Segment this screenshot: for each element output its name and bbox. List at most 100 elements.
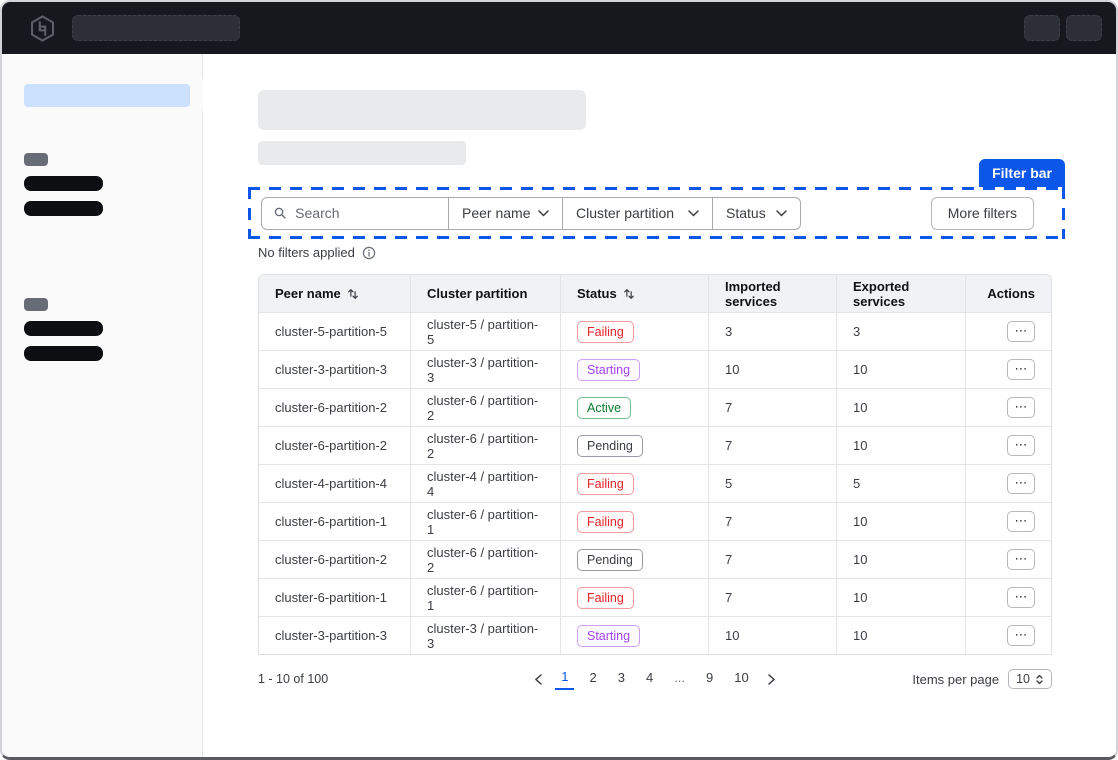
row-actions-button[interactable]: ⋯: [1007, 625, 1035, 646]
cell-cluster-partition: cluster-4 / partition-4: [410, 464, 560, 502]
filter-dropdown-peer-name[interactable]: Peer name: [448, 198, 562, 229]
page-title-skeleton: [258, 90, 586, 130]
search-filter-group: Peer name Cluster partition Status: [261, 197, 801, 230]
cell-peer-name: cluster-4-partition-4: [259, 464, 410, 502]
cell-actions: ⋯: [965, 388, 1051, 426]
cell-status: Failing: [560, 578, 708, 616]
cell-imported: 10: [708, 616, 836, 654]
row-actions-button[interactable]: ⋯: [1007, 587, 1035, 608]
table-row: cluster-6-partition-2 cluster-6 / partit…: [259, 426, 1051, 464]
table-row: cluster-6-partition-1 cluster-6 / partit…: [259, 578, 1051, 616]
table-row: cluster-6-partition-2 cluster-6 / partit…: [259, 540, 1051, 578]
column-header-peer-name[interactable]: Peer name: [259, 275, 410, 312]
app-window: Filter bar Peer name: [0, 0, 1118, 760]
filter-bar-annotation-border: [248, 187, 251, 239]
cell-actions: ⋯: [965, 578, 1051, 616]
filter-bar-annotation-border: [248, 236, 1065, 239]
status-badge: Pending: [577, 549, 643, 571]
items-per-page-select[interactable]: 10: [1008, 669, 1052, 689]
filter-dropdown-cluster-partition[interactable]: Cluster partition: [562, 198, 712, 229]
cell-peer-name: cluster-6-partition-1: [259, 578, 410, 616]
top-nav: [2, 2, 1116, 54]
filter-bar: Filter bar Peer name: [248, 187, 1065, 239]
cell-imported: 7: [708, 578, 836, 616]
filter-bar-annotation-label: Filter bar: [979, 159, 1065, 187]
table-footer: 1 - 10 of 100 1 2 3 4 ... 9 10: [258, 668, 1052, 690]
cell-peer-name: cluster-6-partition-1: [259, 502, 410, 540]
nav-skeleton-search: [72, 15, 240, 41]
cell-exported: 10: [836, 388, 965, 426]
search-input[interactable]: [295, 205, 436, 221]
items-per-page: Items per page 10: [852, 669, 1052, 689]
cell-cluster-partition: cluster-6 / partition-2: [410, 540, 560, 578]
ellipsis-icon: ⋯: [1015, 552, 1028, 567]
column-header-status[interactable]: Status: [560, 275, 708, 312]
more-filters-button[interactable]: More filters: [931, 197, 1034, 230]
ellipsis-icon: ⋯: [1015, 590, 1028, 605]
items-per-page-value: 10: [1016, 672, 1030, 686]
page-button-10[interactable]: 10: [728, 669, 754, 689]
cell-peer-name: cluster-6-partition-2: [259, 426, 410, 464]
cell-actions: ⋯: [965, 350, 1051, 388]
row-actions-button[interactable]: ⋯: [1007, 511, 1035, 532]
nav-skeleton-button-1: [1024, 15, 1060, 41]
cell-cluster-partition: cluster-6 / partition-2: [410, 426, 560, 464]
cell-peer-name: cluster-6-partition-2: [259, 540, 410, 578]
row-actions-button[interactable]: ⋯: [1007, 321, 1035, 342]
cell-status: Pending: [560, 426, 708, 464]
sort-icon[interactable]: [623, 288, 635, 300]
cell-exported: 10: [836, 426, 965, 464]
cell-cluster-partition: cluster-5 / partition-5: [410, 312, 560, 350]
prev-page-button[interactable]: [531, 672, 546, 687]
sidebar-skeleton-link: [24, 176, 103, 191]
cell-peer-name: cluster-5-partition-5: [259, 312, 410, 350]
table-row: cluster-6-partition-2 cluster-6 / partit…: [259, 388, 1051, 426]
status-badge: Starting: [577, 625, 640, 647]
cell-status: Pending: [560, 540, 708, 578]
page-button-2[interactable]: 2: [583, 669, 602, 689]
cell-exported: 10: [836, 578, 965, 616]
info-icon[interactable]: [362, 246, 376, 260]
cell-imported: 5: [708, 464, 836, 502]
table-header-row: Peer name Cluster partition Status Impor…: [259, 275, 1051, 312]
page-button-1[interactable]: 1: [555, 668, 574, 690]
row-actions-button[interactable]: ⋯: [1007, 549, 1035, 570]
cell-exported: 10: [836, 540, 965, 578]
cell-actions: ⋯: [965, 464, 1051, 502]
column-label: Status: [577, 286, 617, 301]
chevron-down-icon: [776, 210, 787, 217]
status-badge: Failing: [577, 511, 634, 533]
cell-imported: 3: [708, 312, 836, 350]
cell-exported: 5: [836, 464, 965, 502]
status-badge: Active: [577, 397, 631, 419]
status-badge: Failing: [577, 473, 634, 495]
sidebar: [2, 54, 203, 757]
status-badge: Failing: [577, 587, 634, 609]
cell-actions: ⋯: [965, 502, 1051, 540]
cell-cluster-partition: cluster-6 / partition-1: [410, 502, 560, 540]
column-header-cluster-partition[interactable]: Cluster partition: [410, 275, 560, 312]
search-field[interactable]: [262, 198, 448, 229]
cell-imported: 7: [708, 388, 836, 426]
row-actions-button[interactable]: ⋯: [1007, 359, 1035, 380]
row-actions-button[interactable]: ⋯: [1007, 397, 1035, 418]
page-button-3[interactable]: 3: [612, 669, 631, 689]
next-page-button[interactable]: [764, 672, 779, 687]
page-subtitle-skeleton: [258, 141, 466, 165]
sort-icon[interactable]: [347, 288, 359, 300]
cell-peer-name: cluster-3-partition-3: [259, 350, 410, 388]
filter-dropdown-status[interactable]: Status: [712, 198, 800, 229]
status-badge: Pending: [577, 435, 643, 457]
chevron-right-icon: [768, 674, 775, 685]
cell-actions: ⋯: [965, 540, 1051, 578]
row-actions-button[interactable]: ⋯: [1007, 435, 1035, 456]
cell-cluster-partition: cluster-3 / partition-3: [410, 616, 560, 654]
cell-imported: 10: [708, 350, 836, 388]
page-button-9[interactable]: 9: [700, 669, 719, 689]
ellipsis-icon: ⋯: [1015, 438, 1028, 453]
row-actions-button[interactable]: ⋯: [1007, 473, 1035, 494]
cell-exported: 10: [836, 616, 965, 654]
table-row: cluster-6-partition-1 cluster-6 / partit…: [259, 502, 1051, 540]
page-button-4[interactable]: 4: [640, 669, 659, 689]
cell-imported: 7: [708, 502, 836, 540]
